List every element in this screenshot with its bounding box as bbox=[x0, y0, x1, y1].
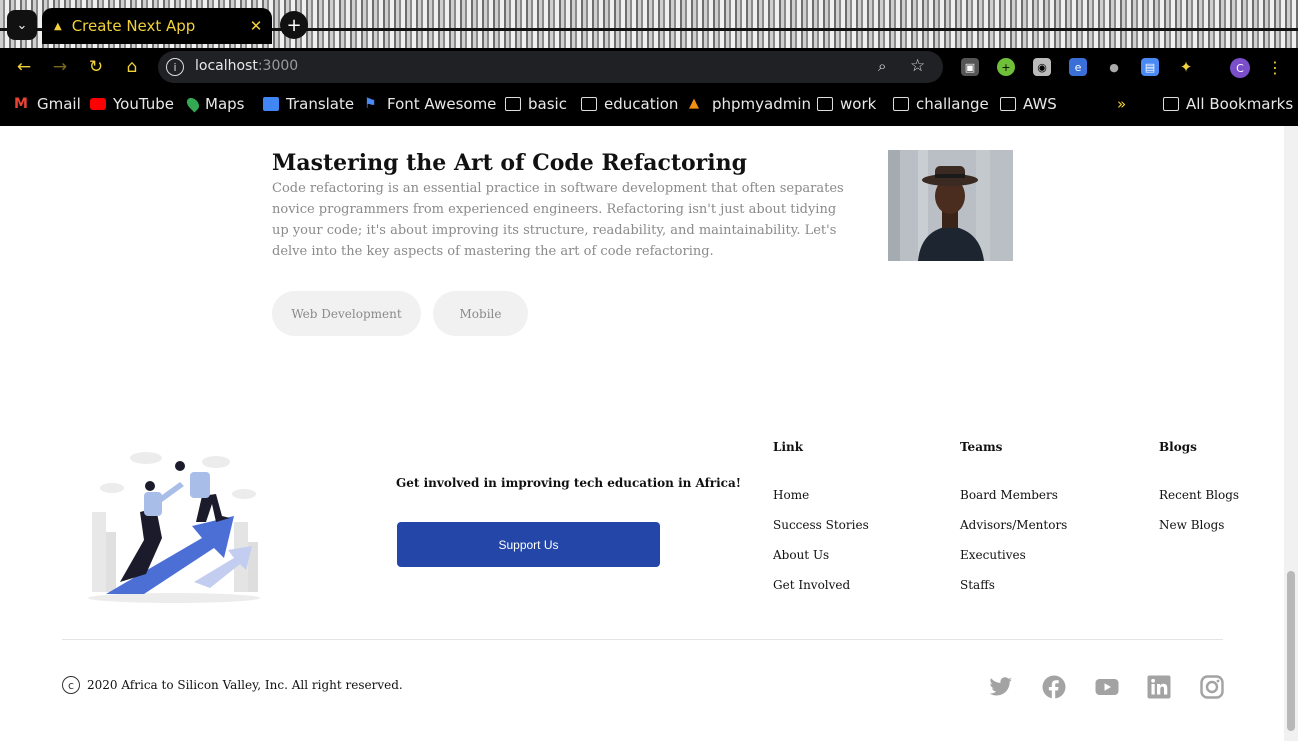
font-awesome-icon: ⚑ bbox=[364, 96, 377, 112]
bookmark-work[interactable]: work bbox=[817, 95, 876, 113]
bookmarks-bar: M Gmail YouTube Maps Translate ⚑ Font Awes… bbox=[0, 86, 1298, 126]
url-port: :3000 bbox=[257, 58, 299, 74]
footer-link-staffs[interactable]: Staffs bbox=[960, 578, 995, 592]
extension-doc-icon[interactable]: ▤ bbox=[1141, 58, 1159, 76]
page-scrollbar[interactable] bbox=[1284, 126, 1298, 741]
linkedin-icon[interactable] bbox=[1147, 675, 1171, 699]
translate-icon bbox=[263, 97, 279, 111]
bookmark-label: Font Awesome bbox=[387, 95, 497, 113]
bookmark-label: phpmyadmin bbox=[712, 95, 812, 113]
all-bookmarks-button[interactable]: All Bookmarks bbox=[1163, 95, 1293, 113]
navigation-bar: ← → ↻ ⌂ i localhost:3000 ⌕ ☆ ▣ + ◉ e ● ▤… bbox=[0, 48, 1298, 86]
youtube-icon bbox=[90, 98, 106, 110]
bookmark-label: Translate bbox=[286, 95, 355, 113]
reload-button[interactable]: ↻ bbox=[85, 56, 107, 78]
tag-web-development[interactable]: Web Development bbox=[272, 291, 421, 336]
zoom-icon[interactable]: ⌕ bbox=[878, 57, 886, 75]
bookmark-phpmyadmin[interactable]: ▲ phpmyadmin bbox=[689, 95, 811, 113]
youtube-icon[interactable] bbox=[1095, 675, 1119, 699]
extension-drop-icon[interactable]: ● bbox=[1105, 58, 1123, 76]
scrollbar-thumb[interactable] bbox=[1287, 571, 1295, 731]
bookmark-maps[interactable]: Maps bbox=[184, 95, 245, 113]
footer-link-about-us[interactable]: About Us bbox=[773, 548, 829, 562]
bookmark-youtube[interactable]: YouTube bbox=[90, 95, 174, 113]
page-content: Mastering the Art of Code Refactoring Co… bbox=[0, 126, 1298, 741]
maps-icon bbox=[184, 95, 202, 113]
copyright-icon: c bbox=[62, 676, 80, 694]
bookmark-label: Gmail bbox=[37, 95, 81, 113]
extension-icon[interactable]: ▣ bbox=[961, 58, 979, 76]
bookmark-label: challange bbox=[916, 95, 989, 113]
folder-icon bbox=[893, 97, 909, 111]
footer-heading-teams: Teams bbox=[960, 440, 1003, 454]
bookmark-star-icon[interactable]: ☆ bbox=[910, 56, 925, 76]
more-bookmarks-button[interactable]: » bbox=[1117, 95, 1126, 113]
url-host: localhost bbox=[195, 58, 258, 74]
extensions-puzzle-icon[interactable]: ✦ bbox=[1177, 58, 1195, 76]
browser-menu-icon[interactable]: ⋮ bbox=[1266, 58, 1284, 77]
new-tab-button[interactable]: + bbox=[280, 11, 308, 39]
twitter-icon[interactable] bbox=[989, 675, 1013, 699]
url-text[interactable]: localhost:3000 bbox=[195, 58, 298, 74]
tag-mobile[interactable]: Mobile bbox=[433, 291, 528, 336]
facebook-icon[interactable] bbox=[1042, 675, 1066, 699]
bookmark-label: work bbox=[840, 95, 877, 113]
forward-button[interactable]: → bbox=[49, 56, 71, 78]
back-button[interactable]: ← bbox=[13, 56, 35, 78]
bookmark-gmail[interactable]: M Gmail bbox=[14, 95, 81, 113]
gmail-icon: M bbox=[14, 96, 28, 112]
footer-link-recent-blogs[interactable]: Recent Blogs bbox=[1159, 488, 1239, 502]
bookmark-label: YouTube bbox=[113, 95, 174, 113]
footer-link-success-stories[interactable]: Success Stories bbox=[773, 518, 869, 532]
footer-link-advisors-mentors[interactable]: Advisors/Mentors bbox=[960, 518, 1067, 532]
tab-search-button[interactable]: ⌄ bbox=[7, 10, 37, 40]
footer-heading-link: Link bbox=[773, 440, 804, 454]
footer-illustration bbox=[84, 442, 262, 606]
tab-close-icon[interactable]: ✕ bbox=[246, 17, 266, 35]
extension-e-icon[interactable]: e bbox=[1069, 58, 1087, 76]
folder-icon bbox=[581, 97, 597, 111]
footer-link-executives[interactable]: Executives bbox=[960, 548, 1026, 562]
profile-avatar[interactable]: C bbox=[1230, 58, 1250, 78]
folder-icon bbox=[817, 97, 833, 111]
footer-link-new-blogs[interactable]: New Blogs bbox=[1159, 518, 1224, 532]
cta-text: Get involved in improving tech education… bbox=[396, 476, 742, 490]
bookmark-basic[interactable]: basic bbox=[505, 95, 567, 113]
bookmark-font-awesome[interactable]: ⚑ Font Awesome bbox=[364, 95, 496, 113]
footer-divider bbox=[62, 639, 1223, 640]
footer-link-home[interactable]: Home bbox=[773, 488, 809, 502]
instagram-icon[interactable] bbox=[1200, 675, 1224, 699]
bookmark-label: education bbox=[604, 95, 679, 113]
folder-icon bbox=[1163, 97, 1179, 111]
copyright-text: 2020 Africa to Silicon Valley, Inc. All … bbox=[87, 678, 403, 692]
home-button[interactable]: ⌂ bbox=[121, 56, 143, 78]
browser-chrome: ⌄ ▲ Create Next App ✕ + ← → ↻ ⌂ i localh… bbox=[0, 0, 1298, 126]
phpmyadmin-icon: ▲ bbox=[689, 96, 699, 111]
bookmark-label: basic bbox=[528, 95, 567, 113]
site-info-icon[interactable]: i bbox=[166, 58, 184, 76]
bookmark-education[interactable]: education bbox=[581, 95, 678, 113]
favicon-triangle-icon: ▲ bbox=[54, 20, 62, 32]
add-extension-icon[interactable]: + bbox=[997, 58, 1015, 76]
bookmark-aws[interactable]: AWS bbox=[1000, 95, 1057, 113]
bookmark-translate[interactable]: Translate bbox=[263, 95, 354, 113]
bookmark-label: AWS bbox=[1023, 95, 1057, 113]
all-bookmarks-label: All Bookmarks bbox=[1186, 95, 1294, 113]
camera-icon[interactable]: ◉ bbox=[1033, 58, 1051, 76]
footer-link-get-involved[interactable]: Get Involved bbox=[773, 578, 850, 592]
bookmark-challange[interactable]: challange bbox=[893, 95, 989, 113]
folder-icon bbox=[1000, 97, 1016, 111]
footer-heading-blogs: Blogs bbox=[1159, 440, 1197, 454]
bookmark-label: Maps bbox=[205, 95, 245, 113]
post-title[interactable]: Mastering the Art of Code Refactoring bbox=[272, 150, 747, 176]
post-excerpt: Code refactoring is an essential practic… bbox=[272, 181, 844, 259]
tab-title: Create Next App bbox=[71, 17, 196, 35]
post-author-image[interactable] bbox=[888, 150, 1013, 261]
support-us-button[interactable]: Support Us bbox=[397, 522, 660, 567]
active-tab[interactable]: ▲ Create Next App ✕ bbox=[42, 8, 272, 44]
footer-link-board-members[interactable]: Board Members bbox=[960, 488, 1058, 502]
folder-icon bbox=[505, 97, 521, 111]
address-bar[interactable]: i localhost:3000 ⌕ ☆ bbox=[158, 51, 943, 83]
